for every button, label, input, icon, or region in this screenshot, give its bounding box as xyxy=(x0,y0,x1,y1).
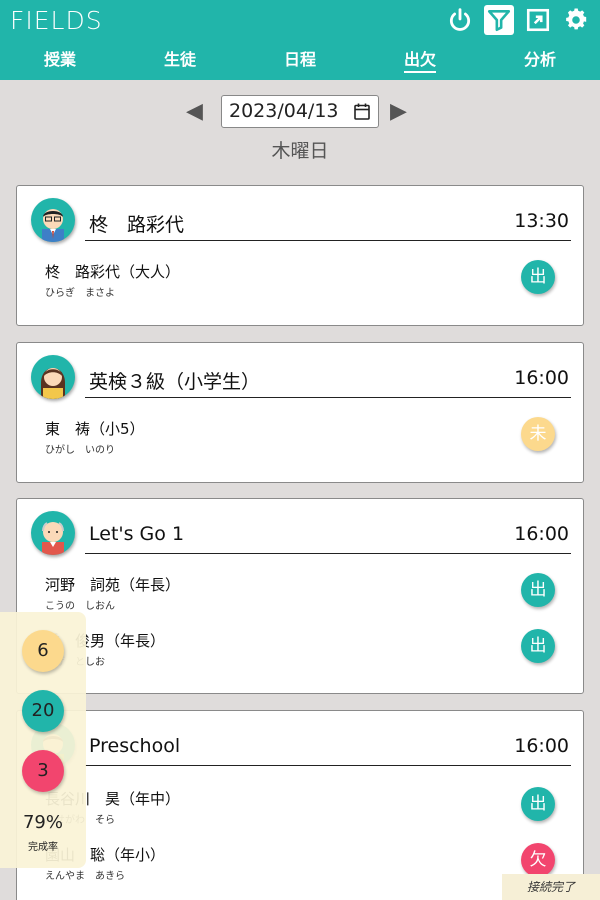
attendance-status-button[interactable]: 出 xyxy=(521,260,555,294)
student-row[interactable]: 河野 詞苑（年長） こうの しおん xyxy=(45,574,180,612)
tab-lessons[interactable]: 授業 xyxy=(0,44,120,78)
class-title: 英検３級（小学生） xyxy=(89,371,261,393)
student-name: 河野 詞苑（年長） xyxy=(45,576,181,594)
teacher-avatar xyxy=(31,355,75,399)
class-card: Preschool 16:00 長谷川 昊（年中） はせがわ そら 出 園山 聡… xyxy=(16,710,584,900)
attendance-summary-panel: 6 20 3 79% 完成率 xyxy=(0,612,86,868)
class-card: 英検３級（小学生） 16:00 東 祷（小5） ひがし いのり 未 xyxy=(16,342,584,483)
tab-students[interactable]: 生徒 xyxy=(120,44,240,78)
date-field[interactable]: 2023/04/13 xyxy=(221,95,379,128)
app-title: FIELDS xyxy=(10,6,103,35)
class-title: Preschool xyxy=(89,735,181,757)
class-time: 16:00 xyxy=(514,367,569,389)
header-toolbar xyxy=(446,5,590,35)
teacher-avatar xyxy=(31,511,75,555)
class-title: 柊 路彩代 xyxy=(89,214,185,236)
student-kana: えんやま あきら xyxy=(45,871,125,882)
pending-count[interactable]: 6 xyxy=(22,630,64,672)
completion-rate-label: 完成率 xyxy=(28,842,58,853)
prev-day-button[interactable]: ◀ xyxy=(186,99,203,124)
student-row[interactable]: 東 祷（小5） ひがし いのり xyxy=(45,418,145,456)
teacher-avatar xyxy=(31,198,75,242)
connection-status: 接続完了 xyxy=(502,874,600,900)
student-name: 東 祷（小5） xyxy=(45,420,145,438)
date-selector: ◀ 2023/04/13 ▶ xyxy=(0,95,600,131)
attendance-status-button[interactable]: 出 xyxy=(521,629,555,663)
student-row[interactable]: 柊 路彩代（大人） ひらぎ まさよ xyxy=(45,261,180,299)
expand-icon[interactable] xyxy=(524,6,552,34)
power-icon[interactable] xyxy=(446,6,474,34)
student-name: 柊 路彩代（大人） xyxy=(45,263,181,281)
class-time: 16:00 xyxy=(514,735,569,757)
student-kana: ひがし いのり xyxy=(45,445,115,456)
filter-icon[interactable] xyxy=(484,5,514,35)
tab-schedule[interactable]: 日程 xyxy=(240,44,360,78)
divider xyxy=(85,553,571,554)
tab-analysis[interactable]: 分析 xyxy=(480,44,600,78)
class-time: 16:00 xyxy=(514,523,569,545)
date-value: 2023/04/13 xyxy=(229,100,339,122)
divider xyxy=(85,240,571,241)
class-title: Let's Go 1 xyxy=(89,523,185,545)
student-kana: こうの しおん xyxy=(45,601,115,612)
class-card: 柊 路彩代 13:30 柊 路彩代（大人） ひらぎ まさよ 出 xyxy=(16,185,584,326)
attendance-status-button[interactable]: 出 xyxy=(521,787,555,821)
main-nav: 授業 生徒 日程 出欠 分析 xyxy=(0,44,600,78)
student-kana: ひらぎ まさよ xyxy=(45,288,115,299)
divider xyxy=(85,397,571,398)
absent-count[interactable]: 3 xyxy=(22,750,64,792)
attendance-status-button[interactable]: 出 xyxy=(521,573,555,607)
attendance-status-button[interactable]: 欠 xyxy=(521,843,555,877)
class-card: Let's Go 1 16:00 河野 詞苑（年長） こうの しおん 出 重 俊… xyxy=(16,498,584,694)
top-bar: FIELDS 授業 生徒 日程 出欠 分析 xyxy=(0,0,600,80)
completion-rate: 79% xyxy=(22,812,63,833)
calendar-icon[interactable] xyxy=(354,103,370,120)
gear-icon[interactable] xyxy=(562,6,590,34)
present-count[interactable]: 20 xyxy=(22,690,64,732)
class-time: 13:30 xyxy=(514,210,569,232)
attendance-status-button[interactable]: 未 xyxy=(521,417,555,451)
divider xyxy=(85,765,571,766)
weekday-label: 木曜日 xyxy=(271,140,329,162)
next-day-button[interactable]: ▶ xyxy=(390,99,407,124)
tab-attendance[interactable]: 出欠 xyxy=(360,44,480,78)
